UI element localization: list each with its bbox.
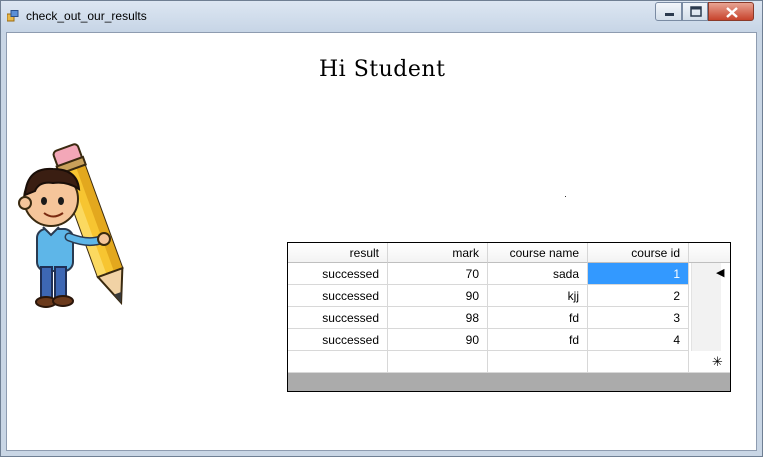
close-icon (726, 7, 738, 18)
table-row[interactable]: successed 70 sada 1 (288, 263, 730, 285)
app-form-icon (7, 10, 19, 22)
mark-cell[interactable]: 90 (388, 285, 488, 307)
title-bar[interactable]: check_out_our_results (1, 1, 762, 32)
course-id-cell[interactable]: 4 (588, 329, 689, 351)
new-row-cell[interactable] (588, 351, 689, 373)
stray-dot (565, 196, 566, 197)
new-row-header (689, 351, 730, 373)
minimize-icon (665, 13, 674, 16)
maximize-icon (690, 6, 702, 17)
column-header-mark[interactable]: mark (388, 243, 488, 263)
current-row-indicator-icon: ◀ (716, 267, 725, 279)
mark-cell[interactable]: 98 (388, 307, 488, 329)
course-name-cell[interactable]: fd (488, 329, 588, 351)
form-client-area: Hi Student result mark course name cours… (6, 32, 757, 451)
new-row[interactable] (288, 351, 730, 373)
minimize-button[interactable] (655, 2, 682, 21)
results-data-grid[interactable]: result mark course name course id succes… (287, 242, 731, 392)
greeting-label: Hi Student (319, 57, 446, 82)
course-name-cell[interactable]: fd (488, 307, 588, 329)
close-button[interactable] (708, 2, 754, 21)
mark-cell[interactable]: 90 (388, 329, 488, 351)
window-title: check_out_our_results (26, 9, 147, 23)
app-window: check_out_our_results Hi Student result … (0, 0, 763, 457)
course-id-cell[interactable]: 2 (588, 285, 689, 307)
grid-header-row: result mark course name course id (288, 243, 730, 263)
column-header-course-id[interactable]: course id (588, 243, 689, 263)
result-cell[interactable]: successed (288, 263, 388, 285)
result-cell[interactable]: successed (288, 307, 388, 329)
new-row-cell[interactable] (388, 351, 488, 373)
result-cell[interactable]: successed (288, 329, 388, 351)
table-row[interactable]: successed 98 fd 3 (288, 307, 730, 329)
student-with-pencil-illustration (18, 143, 124, 308)
maximize-button[interactable] (682, 2, 708, 21)
table-row[interactable]: successed 90 fd 4 (288, 329, 730, 351)
row-header-corner (689, 243, 730, 263)
mark-cell[interactable]: 70 (388, 263, 488, 285)
result-cell[interactable]: successed (288, 285, 388, 307)
course-id-cell-selected[interactable]: 1 (588, 263, 689, 285)
new-row-cell[interactable] (288, 351, 388, 373)
column-header-course-name[interactable]: course name (488, 243, 588, 263)
course-name-cell[interactable]: sada (488, 263, 588, 285)
column-header-result[interactable]: result (288, 243, 388, 263)
course-id-cell[interactable]: 3 (588, 307, 689, 329)
new-row-cell[interactable] (488, 351, 588, 373)
table-row[interactable]: successed 90 kjj 2 (288, 285, 730, 307)
course-name-cell[interactable]: kjj (488, 285, 588, 307)
new-row-indicator-icon: ✳ (712, 354, 723, 369)
